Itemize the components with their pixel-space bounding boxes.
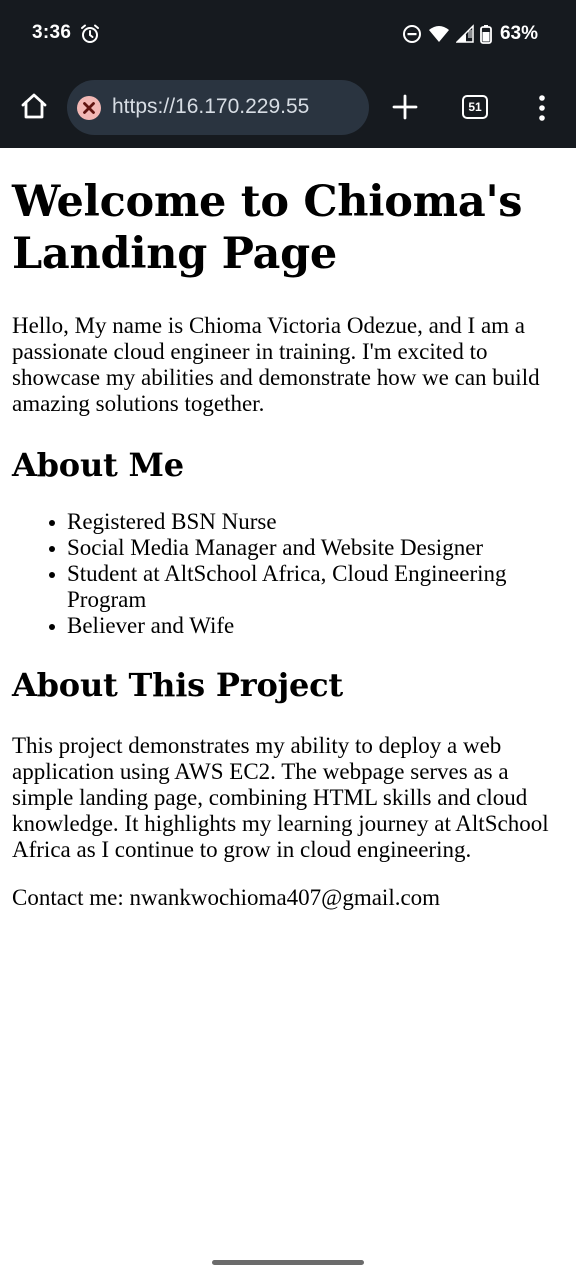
project-paragraph: This project demonstrates my ability to … bbox=[12, 733, 549, 862]
battery-percent: 63% bbox=[499, 23, 538, 44]
signal-icon bbox=[455, 24, 474, 44]
gesture-nav-bar[interactable] bbox=[212, 1260, 364, 1265]
browser-toolbar: https://16.170.229.55 51 bbox=[0, 68, 576, 148]
url-text: https://16.170.229.55 bbox=[112, 95, 310, 118]
list-item: Believer and Wife bbox=[49, 613, 568, 639]
tab-count: 51 bbox=[468, 100, 482, 114]
status-icons: 63% bbox=[402, 21, 538, 47]
page-content: Welcome to Chioma's Landing Page Hello, … bbox=[0, 148, 576, 911]
list-item-text: Believer and Wife bbox=[67, 613, 235, 638]
plus-icon bbox=[392, 94, 418, 120]
home-button[interactable] bbox=[16, 88, 52, 124]
list-item: Registered BSN Nurse bbox=[49, 509, 568, 535]
bullet bbox=[49, 624, 55, 630]
project-heading: About This Project bbox=[12, 666, 343, 704]
battery-icon bbox=[480, 24, 492, 44]
home-icon bbox=[21, 93, 47, 119]
list-item: Student at AltSchool Africa, Cloud Engin… bbox=[49, 561, 568, 613]
list-item: Social Media Manager and Website Designe… bbox=[49, 535, 568, 561]
bullet bbox=[49, 546, 55, 552]
page-title: Welcome to Chioma's Landing Page bbox=[12, 177, 523, 279]
about-me-heading: About Me bbox=[12, 446, 184, 484]
status-bar: 3:36 63% bbox=[0, 0, 576, 68]
address-bar[interactable]: https://16.170.229.55 bbox=[67, 80, 369, 135]
new-tab-button[interactable] bbox=[390, 92, 420, 122]
bullet bbox=[49, 572, 55, 578]
list-item-text: Social Media Manager and Website Designe… bbox=[67, 535, 484, 560]
not-secure-icon[interactable] bbox=[76, 95, 102, 121]
tabs-icon[interactable]: 51 bbox=[462, 95, 488, 119]
status-time: 3:36 bbox=[32, 22, 72, 43]
list-item-text: Registered BSN Nurse bbox=[67, 509, 277, 534]
alarm-icon bbox=[80, 24, 100, 44]
wifi-icon bbox=[428, 24, 450, 44]
more-vert-icon[interactable] bbox=[530, 90, 554, 126]
contact-line[interactable]: Contact me: nwankwochioma407@gmail.com bbox=[12, 885, 568, 911]
about-list: Registered BSN Nurse Social Media Manage… bbox=[12, 509, 568, 639]
bullet bbox=[49, 520, 55, 526]
list-item-text: Student at AltSchool Africa, Cloud Engin… bbox=[67, 561, 507, 612]
dnd-icon bbox=[402, 24, 422, 44]
intro-paragraph: Hello, My name is Chioma Victoria Odezue… bbox=[12, 313, 540, 416]
